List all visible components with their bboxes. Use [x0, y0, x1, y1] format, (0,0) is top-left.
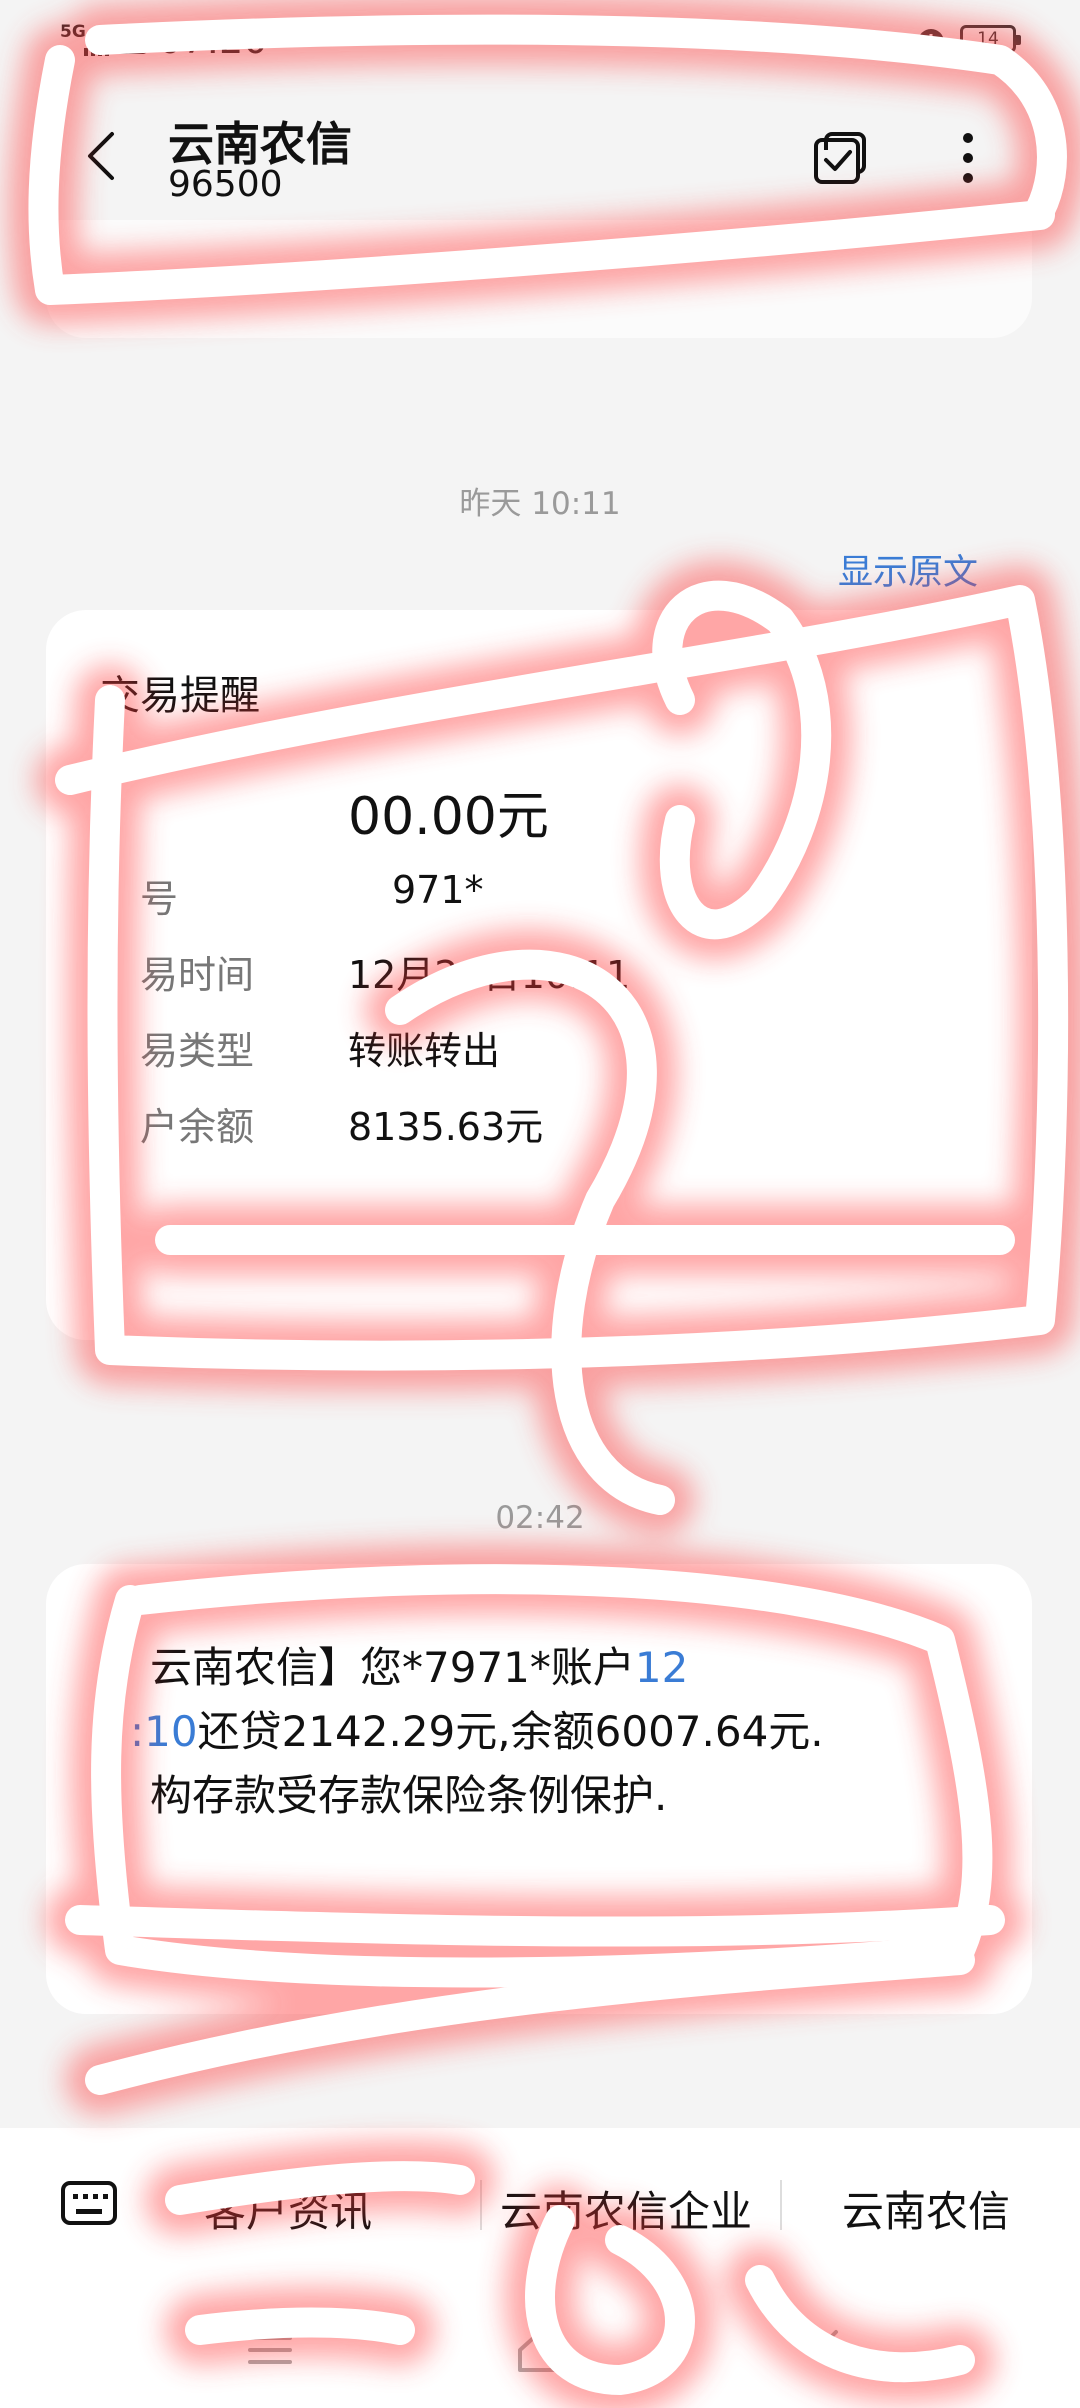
message-line-2: :10还贷2142.29元,余额6007.64元.	[130, 1698, 824, 1759]
menu-item-enterprise[interactable]: 云南农信企业	[500, 2178, 752, 2239]
date-link[interactable]: 12	[635, 1643, 688, 1692]
status-time: 07:20	[158, 18, 268, 62]
nav-home-icon[interactable]	[510, 2320, 570, 2380]
menu-item-yunnan-rcu[interactable]: 云南农信	[842, 2178, 1010, 2239]
more-vertical-icon[interactable]	[956, 128, 980, 188]
message-text: 云南农信】您*7971*账户	[150, 1643, 635, 1692]
nav-back-icon[interactable]	[800, 2320, 860, 2380]
row-label-account: 号	[140, 877, 179, 921]
message-timestamp: 昨天 10:11	[459, 486, 621, 522]
row-value-type: 转账转出	[348, 1029, 501, 1073]
row-value-account: 971*	[392, 868, 484, 912]
menu-divider	[780, 2180, 782, 2230]
message-timestamp: 02:42	[495, 1500, 585, 1536]
time-link[interactable]: :10	[130, 1707, 198, 1756]
multi-select-check-icon[interactable]	[812, 128, 870, 186]
menu-item-client-info[interactable]: 客户资讯	[204, 2178, 372, 2239]
conversation-header	[0, 84, 1080, 234]
hd-badge: HD	[116, 26, 148, 54]
status-bar: 5G HD 07:20 14	[0, 0, 1080, 84]
row-label-balance: 户余额	[140, 1105, 255, 1149]
row-label-time: 易时间	[140, 953, 255, 997]
row-label-type: 易类型	[140, 1029, 255, 1073]
contact-number: 96500	[168, 164, 283, 205]
keyboard-icon[interactable]	[60, 2180, 118, 2226]
show-original-link[interactable]: 显示原文	[838, 544, 978, 595]
transaction-amount: 00.00元	[348, 787, 549, 847]
card-title: 交易提醒	[100, 673, 260, 719]
back-arrow-icon[interactable]	[80, 128, 122, 184]
row-value-balance: 8135.63元	[348, 1105, 544, 1149]
network-type: 5G	[60, 22, 86, 42]
message-text: 还贷2142.29元,余额6007.64元.	[197, 1707, 824, 1756]
alarm-icon	[918, 29, 944, 55]
signal-icon	[84, 36, 109, 56]
menu-divider	[480, 2180, 482, 2230]
row-value-time: 12月20日10:11	[348, 953, 631, 997]
battery-indicator: 14	[960, 25, 1021, 53]
nav-menu-icon[interactable]	[240, 2320, 300, 2380]
message-line-1: 云南农信】您*7971*账户12	[150, 1634, 688, 1695]
message-line-3: 构存款受存款保险条例保护.	[150, 1771, 668, 1820]
previous-message-card	[46, 220, 1032, 338]
